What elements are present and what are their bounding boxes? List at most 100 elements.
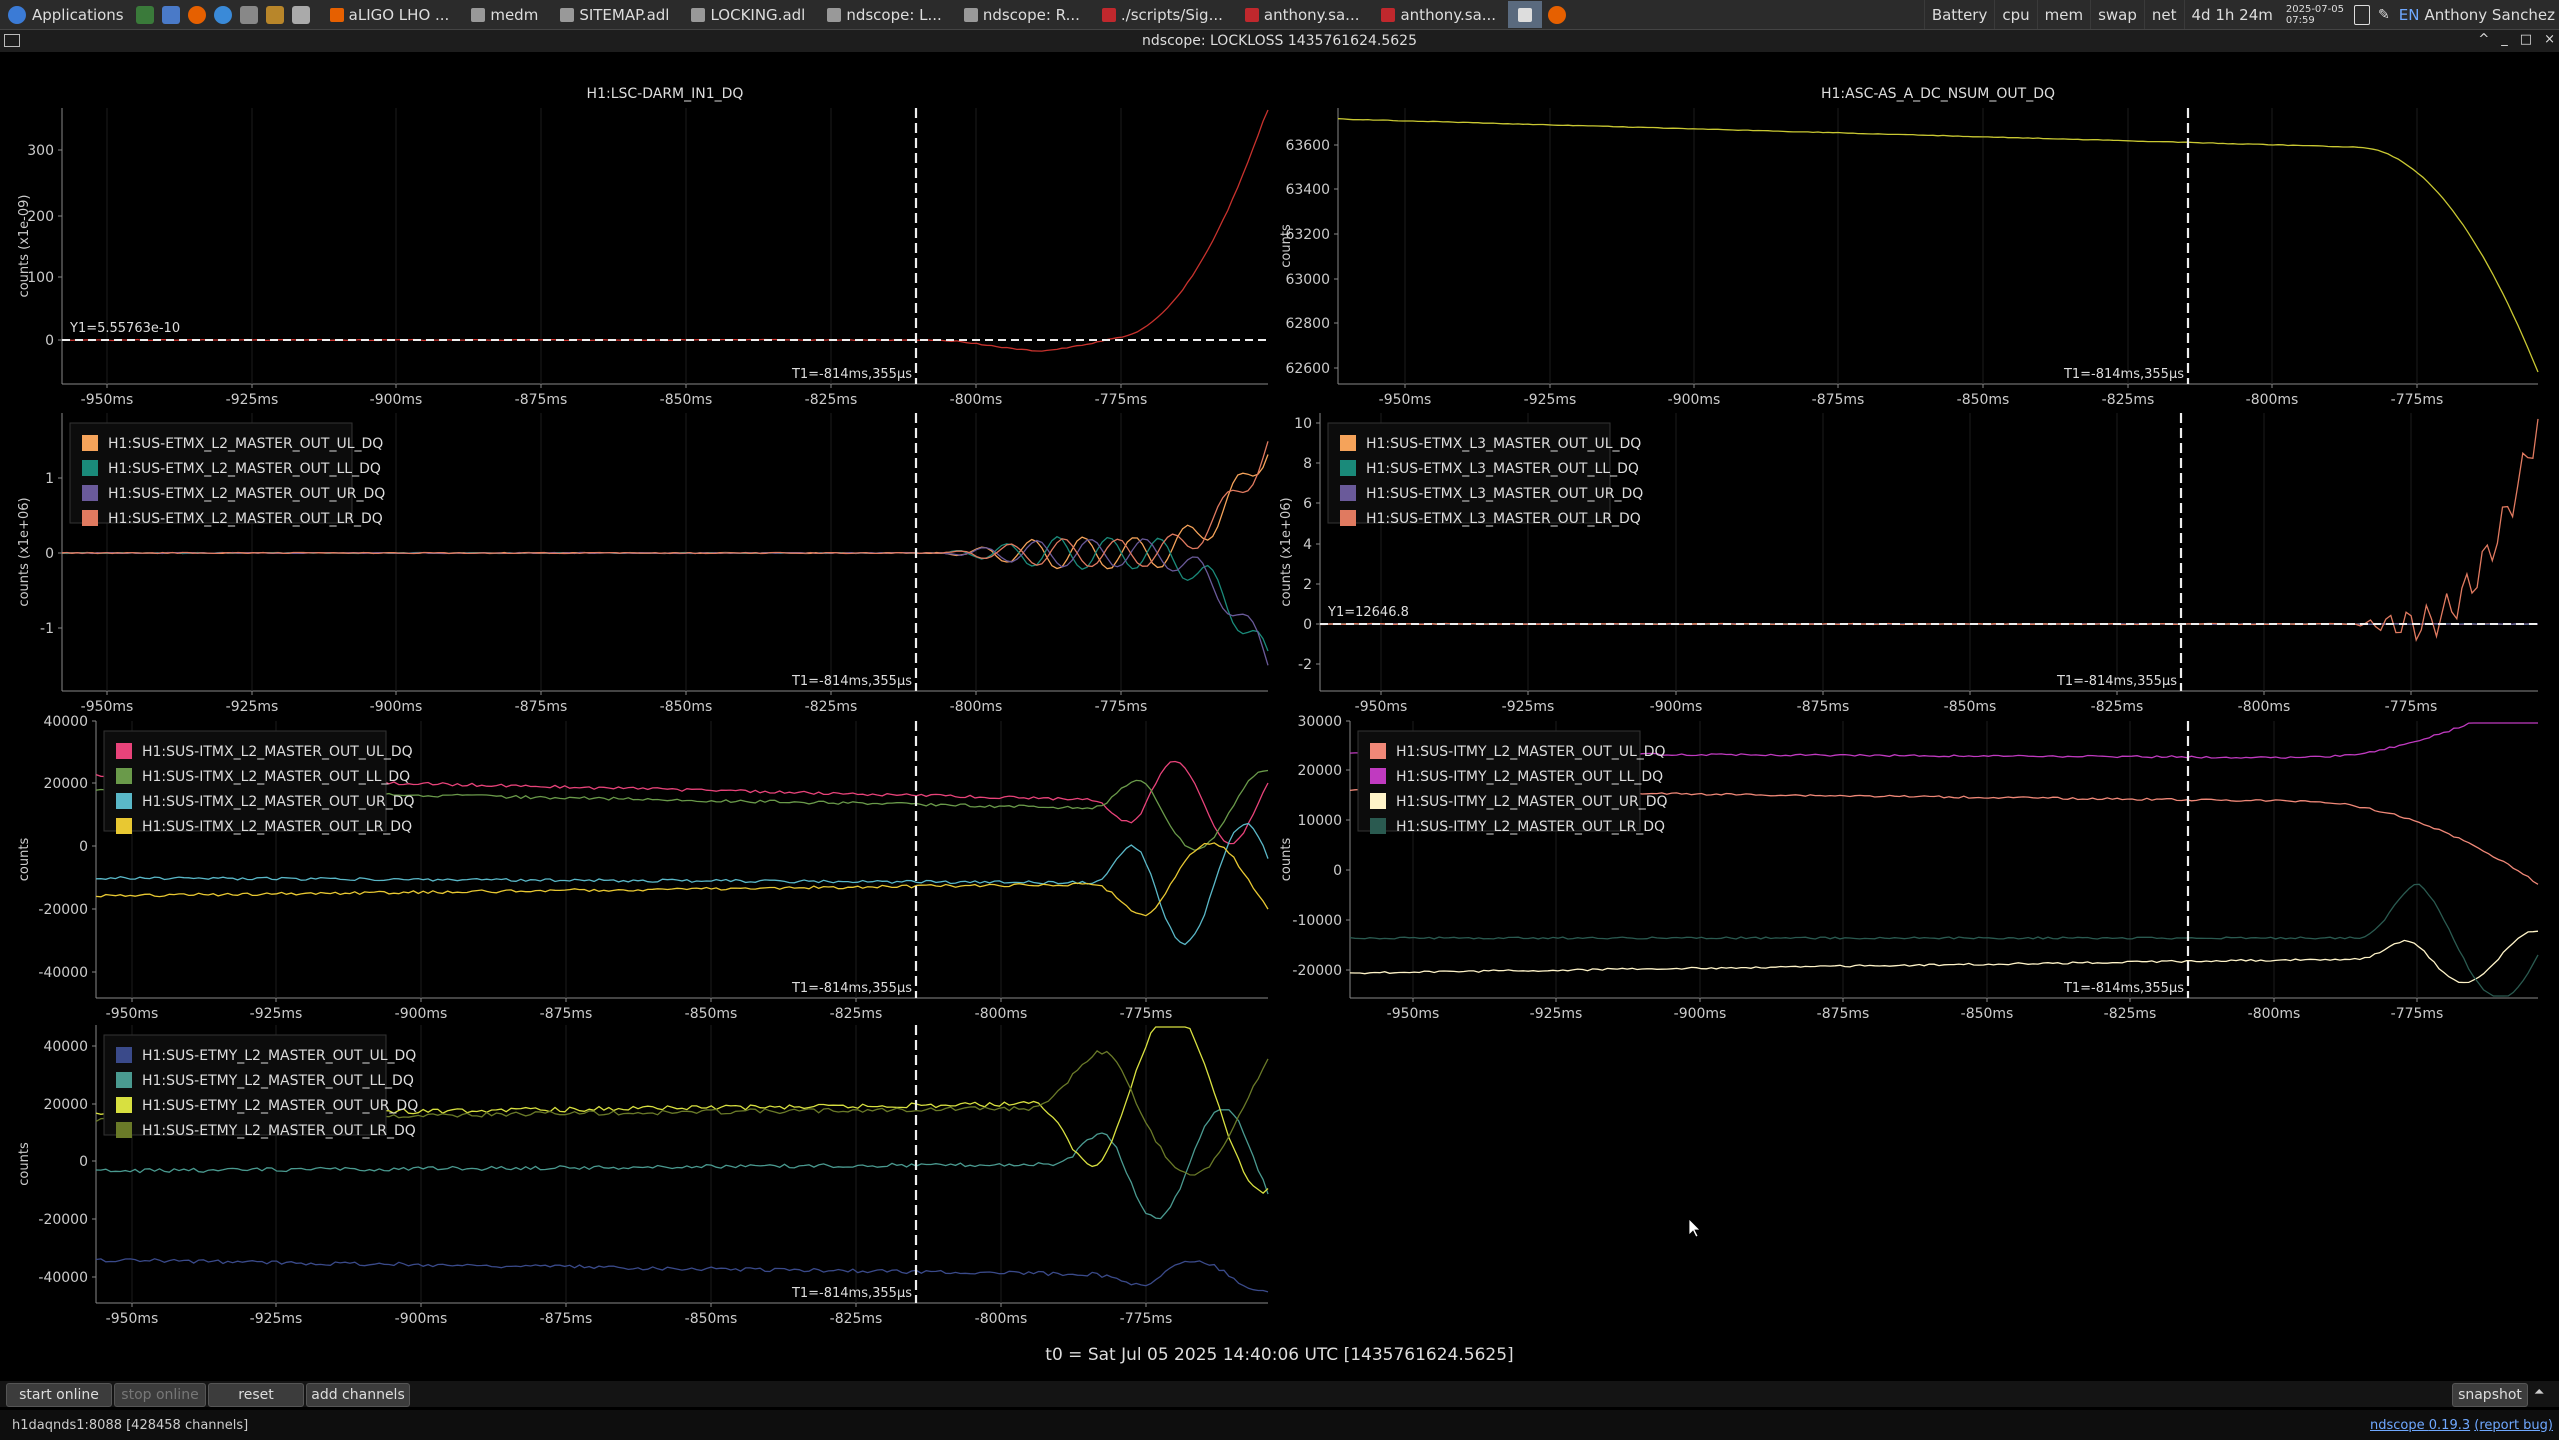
plot-panel[interactable]: counts (x1e+06) 1 0 -1 -950ms -925ms -900ms -87… <box>17 413 1269 715</box>
y-tick-label: 62600 <box>1285 361 1330 377</box>
tray-item[interactable]: mem <box>2036 0 2090 29</box>
legend-entry[interactable]: H1:SUS-ITMX_L2_MASTER_OUT_UR_DQ <box>142 794 415 810</box>
clock[interactable]: 2025-07-05 07:59 <box>2280 4 2350 26</box>
taskbar-task[interactable]: SITEMAP.adl <box>550 1 679 28</box>
data-trace <box>61 109 1269 352</box>
x-tick-label: -875ms <box>515 699 568 715</box>
legend-swatch <box>1370 793 1386 809</box>
legend-swatch <box>116 1047 132 1063</box>
legend-entry[interactable]: H1:SUS-ITMX_L2_MASTER_OUT_UL_DQ <box>142 744 413 760</box>
plots-canvas[interactable]: H1:LSC-DARM_IN1_DQcounts (x1e-09)3002001… <box>0 53 2559 1383</box>
network-icon[interactable]: ✎ <box>2378 7 2390 23</box>
legend-swatch <box>1370 768 1386 784</box>
taskbar-task[interactable]: LOCKING.adl <box>681 1 815 28</box>
data-trace <box>1349 883 2539 997</box>
task-app-icon <box>329 7 344 22</box>
x-tick-label: -900ms <box>1650 699 1703 715</box>
start-online-button[interactable]: start online <box>6 1383 112 1407</box>
plot-panel[interactable]: H1:ASC-AS_A_DC_NSUM_OUT_DQcounts63600634… <box>1279 86 2539 408</box>
legend-entry[interactable]: H1:SUS-ETMX_L2_MASTER_OUT_LR_DQ <box>108 511 383 527</box>
window-close-button[interactable]: × <box>2544 32 2555 47</box>
x-tick-label: -825ms <box>830 1311 883 1327</box>
legend-entry[interactable]: H1:SUS-ETMX_L3_MASTER_OUT_LL_DQ <box>1366 461 1639 477</box>
task-label: anthony.sa... <box>1400 5 1497 24</box>
plot-panel[interactable]: counts 30000 20000 10000 0 -10000 -20000 -950ms… <box>1279 714 2539 1022</box>
y-tick-label: -40000 <box>38 965 88 981</box>
data-trace <box>61 538 1269 666</box>
task-app-icon <box>963 7 978 22</box>
taskbar-task[interactable]: aLIGO LHO ... <box>320 1 460 28</box>
plot-panel[interactable]: counts 40000 20000 0 -20000 -40000 -950ms -925m… <box>17 1025 1269 1327</box>
report-bug-link[interactable]: (report bug) <box>2474 1418 2553 1433</box>
keyboard-layout[interactable]: EN <box>2394 6 2425 24</box>
task-active-window[interactable] <box>1508 1 1543 28</box>
y-cursor-label: Y1=12646.8 <box>1327 605 1409 620</box>
status-bar: h1daqnds1:8088 [428458 channels] ndscope… <box>0 1410 2559 1440</box>
share-icon[interactable] <box>239 5 258 24</box>
legend-entry[interactable]: H1:SUS-ITMY_L2_MASTER_OUT_UR_DQ <box>1396 794 1668 810</box>
legend-entry[interactable]: H1:SUS-ETMX_L2_MASTER_OUT_UL_DQ <box>108 436 383 452</box>
people-icon[interactable] <box>265 5 284 24</box>
firefox-task-icon[interactable] <box>1548 5 1567 24</box>
legend-swatch <box>1370 818 1386 834</box>
plot-title: H1:LSC-DARM_IN1_DQ <box>587 86 744 102</box>
file-manager-icon[interactable] <box>161 5 180 24</box>
version-link[interactable]: 0.19.3 <box>2429 1418 2470 1433</box>
window-shade-button[interactable]: ^ <box>2478 32 2489 47</box>
reset-button[interactable]: reset <box>208 1383 304 1407</box>
tray-item[interactable]: cpu <box>1994 0 2036 29</box>
window-maximize-button[interactable]: □ <box>2520 32 2532 47</box>
terminal-icon[interactable] <box>135 5 154 24</box>
x-tick-label: -925ms <box>1524 392 1577 408</box>
x-tick-label: -900ms <box>370 392 423 408</box>
legend-entry[interactable]: H1:SUS-ITMX_L2_MASTER_OUT_LR_DQ <box>142 819 412 835</box>
legend-entry[interactable]: H1:SUS-ETMX_L2_MASTER_OUT_LL_DQ <box>108 461 381 477</box>
legend-entry[interactable]: H1:SUS-ETMX_L3_MASTER_OUT_UL_DQ <box>1366 436 1641 452</box>
tray-item[interactable]: swap <box>2090 0 2144 29</box>
legend-entry[interactable]: H1:SUS-ETMY_L2_MASTER_OUT_UR_DQ <box>142 1098 418 1114</box>
editor-icon[interactable] <box>291 5 310 24</box>
legend-entry[interactable]: H1:SUS-ITMY_L2_MASTER_OUT_UL_DQ <box>1396 744 1666 760</box>
legend-swatch <box>82 435 98 451</box>
window-minimize-button[interactable]: _ <box>2501 32 2508 47</box>
x-tick-label: -950ms <box>81 392 134 408</box>
add-channels-button[interactable]: add channels <box>306 1383 410 1407</box>
legend-entry[interactable]: H1:SUS-ETMY_L2_MASTER_OUT_UL_DQ <box>142 1048 416 1064</box>
legend-swatch <box>116 1122 132 1138</box>
y-tick-label: 40000 <box>43 1039 88 1055</box>
legend-entry[interactable]: H1:SUS-ITMY_L2_MASTER_OUT_LL_DQ <box>1396 769 1663 785</box>
tray-item[interactable]: Battery <box>1923 0 1995 29</box>
legend-entry[interactable]: H1:SUS-ITMX_L2_MASTER_OUT_LL_DQ <box>142 769 410 785</box>
task-app-icon <box>1244 7 1259 22</box>
task-app-icon <box>827 7 842 22</box>
y-axis-label: counts (x1e+06) <box>1279 497 1294 606</box>
user-name[interactable]: Anthony Sanchez <box>2424 6 2559 24</box>
x-tick-label: -825ms <box>2102 392 2155 408</box>
legend-swatch <box>82 485 98 501</box>
taskbar-task[interactable]: ndscope: R... <box>954 1 1090 28</box>
tray-item[interactable]: net <box>2143 0 2184 29</box>
plot-panel[interactable]: H1:LSC-DARM_IN1_DQcounts (x1e-09)3002001… <box>17 86 1269 408</box>
y-tick-label: 20000 <box>1297 763 1342 779</box>
snapshot-button[interactable]: snapshot <box>2452 1383 2528 1407</box>
taskbar-task[interactable]: medm <box>461 1 548 28</box>
legend-entry[interactable]: H1:SUS-ETMX_L2_MASTER_OUT_UR_DQ <box>108 486 385 502</box>
taskbar-task[interactable]: anthony.sa... <box>1235 1 1370 28</box>
t-cursor-label: T1=-814ms,355µs <box>2063 367 2184 382</box>
firefox-icon[interactable] <box>187 5 206 24</box>
legend-entry[interactable]: H1:SUS-ETMY_L2_MASTER_OUT_LL_DQ <box>142 1073 414 1089</box>
plot-panel[interactable]: counts (x1e+06) 10 8 6 4 2 0 -2 -950ms -925ms -900… <box>1279 413 2539 715</box>
plot-panel[interactable]: counts 40000 20000 0 -20000 -40000 -950ms -925m… <box>17 714 1269 1022</box>
chrome-icon[interactable] <box>213 5 232 24</box>
legend-swatch <box>116 793 132 809</box>
legend-entry[interactable]: H1:SUS-ITMY_L2_MASTER_OUT_LR_DQ <box>1396 819 1665 835</box>
taskbar-task[interactable]: anthony.sa... <box>1371 1 1506 28</box>
taskbar-task[interactable]: ndscope: L... <box>817 1 952 28</box>
applications-menu[interactable]: Applications <box>0 0 132 29</box>
legend-entry[interactable]: H1:SUS-ETMX_L3_MASTER_OUT_UR_DQ <box>1366 486 1643 502</box>
expand-panel-icon[interactable]: ⏶ <box>2534 1385 2544 1400</box>
legend-entry[interactable]: H1:SUS-ETMX_L3_MASTER_OUT_LR_DQ <box>1366 511 1641 527</box>
version-prefix[interactable]: ndscope <box>2370 1418 2429 1433</box>
legend-entry[interactable]: H1:SUS-ETMY_L2_MASTER_OUT_LR_DQ <box>142 1123 416 1139</box>
taskbar-task[interactable]: ./scripts/Sig... <box>1092 1 1233 28</box>
